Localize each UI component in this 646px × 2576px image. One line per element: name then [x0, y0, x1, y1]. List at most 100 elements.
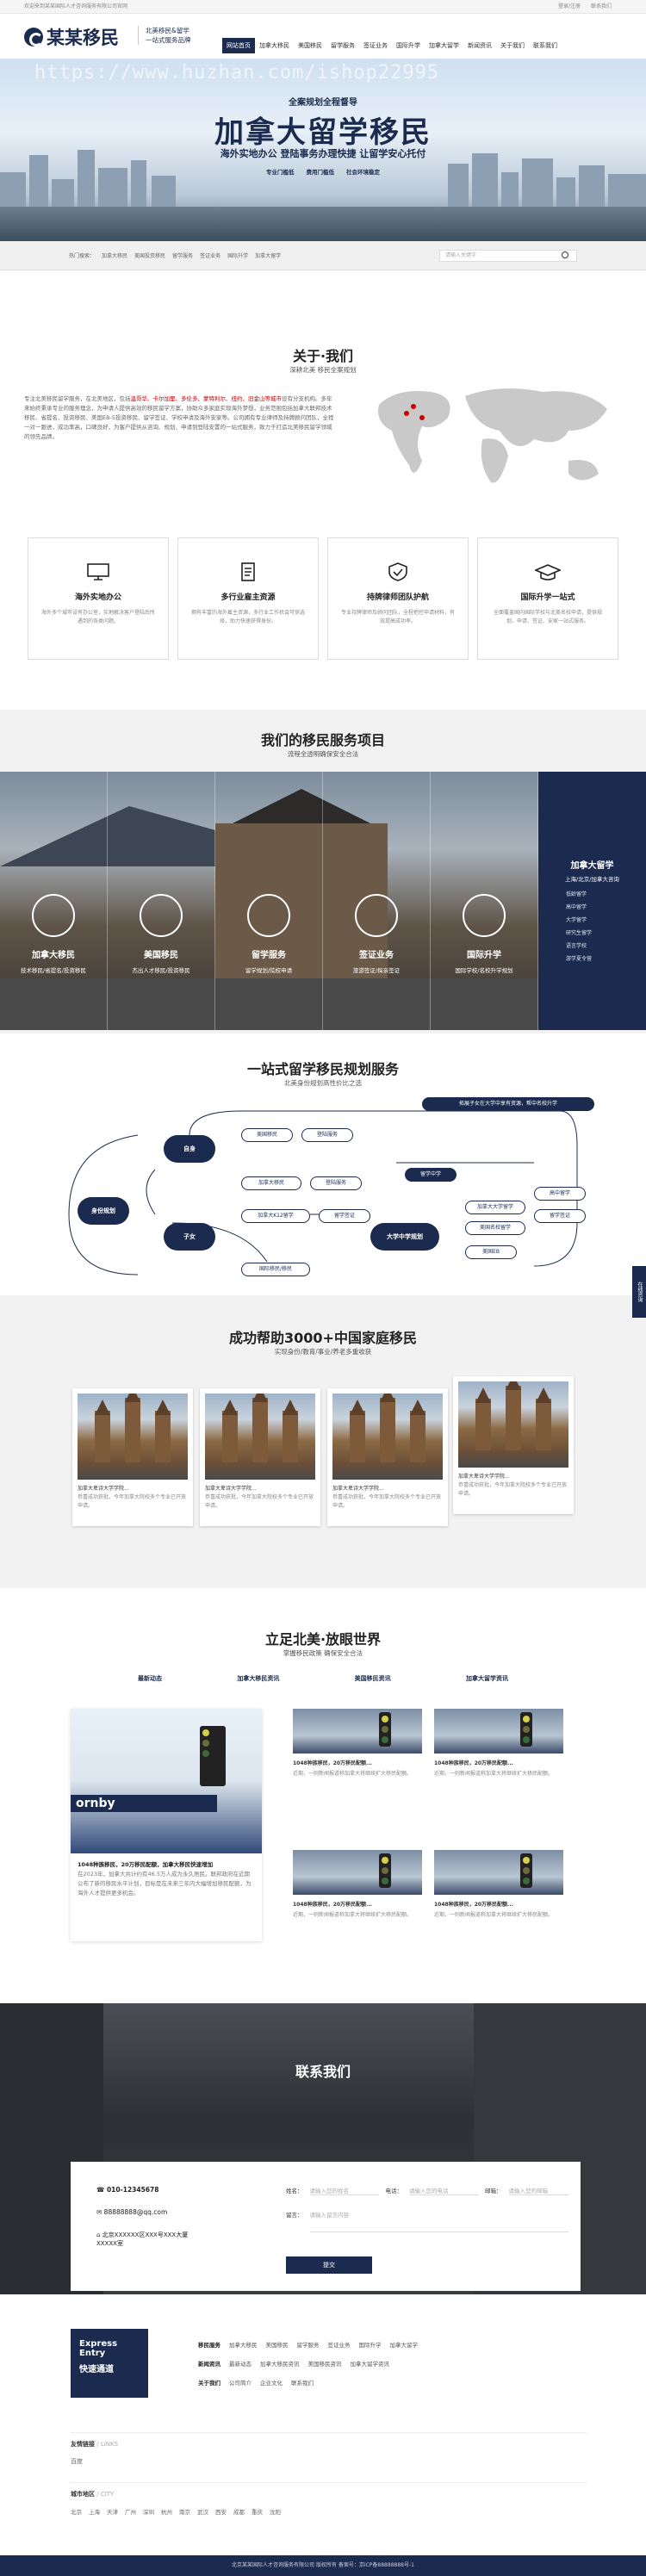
news-item-title: 1048种族移民，20万移民配额...	[434, 1760, 513, 1766]
feature-card[interactable]: 国际升学一站式 全面覆盖国内国际学校与北美名校申请，提供规划、申请、签证、安家一…	[477, 537, 618, 660]
panel-link[interactable]: 语言学校	[566, 941, 646, 949]
hot-link[interactable]: 签证业务	[200, 251, 221, 259]
login-link[interactable]: 登录/注册	[558, 0, 581, 14]
nav-canada-immigration[interactable]: 加拿大移民	[255, 38, 294, 53]
footer-link[interactable]: 加拿大留学资讯	[351, 2355, 390, 2374]
hot-link[interactable]: 国际升学	[227, 251, 248, 259]
hot-link[interactable]: 美国投资移民	[134, 251, 165, 259]
nav-us-immigration[interactable]: 美国移民	[294, 38, 326, 53]
nav-visa[interactable]: 签证业务	[359, 38, 392, 53]
email-input[interactable]: 请输入您的邮箱	[508, 2186, 569, 2195]
city-link[interactable]: 武汉	[197, 2507, 208, 2516]
city-link[interactable]: 西安	[215, 2507, 227, 2516]
email-label: 邮箱：	[485, 2188, 502, 2194]
city-link[interactable]: 广州	[125, 2507, 136, 2516]
footer-link[interactable]: 企业文化	[260, 2374, 283, 2393]
nav-study[interactable]: 留学服务	[326, 38, 359, 53]
about-text-part: 专注北美移民留学服务，在北美地区，包括	[24, 395, 131, 402]
nav-canada-study[interactable]: 加拿大留学	[425, 38, 463, 53]
footer-link[interactable]: 签证业务	[328, 2336, 351, 2355]
project-item[interactable]: 加拿大移民 技术移民/省提名/投资移民	[0, 772, 108, 1030]
nav-home[interactable]: 网站首页	[222, 38, 255, 53]
panel-link[interactable]: 高中留学	[566, 903, 646, 910]
express-cn-text: 快速通道	[79, 2365, 114, 2374]
person-icon	[140, 894, 183, 937]
footer-link[interactable]: 联系我们	[291, 2374, 314, 2393]
city-link[interactable]: 北京	[71, 2507, 82, 2516]
city-link[interactable]: 深圳	[143, 2507, 154, 2516]
success-card[interactable]: 加拿大卑诗大学学院... 恭喜成功获批，今年加拿大院校多个专业已开放申请。	[200, 1388, 320, 1526]
news-item[interactable]: 1048种族移民，20万移民配额... 近期，一则新闻报道称加拿大将继续扩大移民…	[434, 1850, 563, 1936]
city-link[interactable]: 南京	[179, 2507, 190, 2516]
footer-link[interactable]: 国际升学	[359, 2336, 382, 2355]
project-item[interactable]: 签证业务 旅游签证/探亲签证	[323, 772, 431, 1030]
hero-banner[interactable]: https://www.huzhan.com/ishop22995 全案规划全程…	[0, 59, 646, 241]
success-card[interactable]: 加拿大卑诗大学学院... 恭喜成功获批，今年加拿大院校多个专业已开放申请。	[327, 1388, 448, 1526]
submit-button[interactable]: 提交	[286, 2256, 372, 2274]
panel-link[interactable]: 研究生留学	[566, 928, 646, 936]
name-input[interactable]: 请输入您的姓名	[309, 2186, 379, 2195]
news-item[interactable]: 1048种族移民，20万移民配额... 近期，一则新闻报道称加拿大将继续扩大移民…	[293, 1709, 422, 1795]
news-item[interactable]: 1048种族移民，20万移民配额... 近期，一则新闻报道称加拿大将继续扩大移民…	[434, 1709, 563, 1795]
about-highlight: 温哥华、卡尔加里、多伦多、蒙特利尔、纽约、旧金山等城市	[130, 395, 283, 402]
friend-link[interactable]: 百度	[71, 2457, 587, 2466]
tab-canada-study[interactable]: 加拿大留学资讯	[466, 1674, 508, 1683]
feature-desc: 海外多个城市设有办公室，实地解决客户登陆后所遇到的各类问题。	[40, 610, 155, 624]
flow-node-children: 子女	[164, 1223, 215, 1251]
success-card-desc: 恭喜成功获批，今年加拿大院校多个专业已开放申请。	[78, 1494, 187, 1509]
footer-link[interactable]: 加拿大移民	[229, 2336, 258, 2355]
city-link[interactable]: 成都	[233, 2507, 245, 2516]
feature-card[interactable]: 持牌律师团队护航 专业持牌律师及顾问团队，全程把控申请材料，有效提高成功率。	[327, 537, 469, 660]
tab-canada-immigration[interactable]: 加拿大移民资讯	[237, 1674, 279, 1683]
footer-link[interactable]: 美国移民资讯	[308, 2355, 342, 2374]
express-entry-box[interactable]: Express Entry 快速通道	[71, 2329, 148, 2398]
featured-news[interactable]: ornby 1048种族移民，20万移民配额，加拿大移民快速增加 在2023年，…	[71, 1709, 262, 1941]
flow-pill: 美国EB	[465, 1245, 517, 1259]
express-text: Express	[79, 2339, 118, 2349]
footer-link[interactable]: 留学服务	[297, 2336, 320, 2355]
hot-link[interactable]: 加拿大留学	[255, 251, 281, 259]
logo[interactable]: 某某移民	[24, 24, 119, 50]
panel-link[interactable]: 游学夏令营	[566, 954, 646, 962]
nav-news[interactable]: 新闻资讯	[463, 38, 496, 53]
success-card[interactable]: 加拿大卑诗大学学院... 恭喜成功获批，今年加拿大院校多个专业已开放申请。	[453, 1376, 574, 1514]
hot-link[interactable]: 留学服务	[172, 251, 193, 259]
phone-input[interactable]: 请输入您的电话	[409, 2186, 478, 2195]
city-link[interactable]: 杭州	[161, 2507, 172, 2516]
hot-search-label: 热门搜索：	[69, 253, 96, 259]
news-item[interactable]: 1048种族移民，20万移民配额... 近期，一则新闻报道称加拿大将继续扩大移民…	[293, 1850, 422, 1936]
tab-latest[interactable]: 最新动态	[138, 1674, 162, 1683]
nav-contact[interactable]: 联系我们	[529, 38, 562, 53]
footer-link[interactable]: 加拿大移民资讯	[260, 2355, 300, 2374]
project-item[interactable]: 美国移民 杰出人才移民/投资移民	[108, 772, 215, 1030]
flow-tag: 留学中学	[405, 1168, 457, 1182]
feature-card[interactable]: 海外实地办公 海外多个城市设有办公室，实地解决客户登陆后所遇到的各类问题。	[28, 537, 169, 660]
city-link[interactable]: 天津	[107, 2507, 118, 2516]
city-link[interactable]: 沈阳	[270, 2507, 281, 2516]
project-desc: 留学规划/院校申请	[245, 967, 293, 974]
footer-link[interactable]: 最新动态	[229, 2355, 252, 2374]
nav-about[interactable]: 关于我们	[496, 38, 529, 53]
contact-email: ✉ 88888888@qq.com	[96, 2208, 168, 2216]
footer-link[interactable]: 加拿大留学	[390, 2336, 419, 2355]
flow-pill: 留学签证	[319, 1209, 370, 1223]
city-link[interactable]: 上海	[89, 2507, 100, 2516]
project-item[interactable]: 留学服务 留学规划/院校申请	[215, 772, 323, 1030]
footer-link[interactable]: 公司简介	[229, 2374, 252, 2393]
projects-banner: 加拿大移民 技术移民/省提名/投资移民 美国移民 杰出人才移民/投资移民 留学服…	[0, 772, 646, 1030]
panel-link[interactable]: 低龄留学	[566, 890, 646, 897]
contact-link[interactable]: 联系我们	[591, 0, 612, 14]
city-link[interactable]: 重庆	[252, 2507, 263, 2516]
tab-us-immigration[interactable]: 美国移民资讯	[355, 1674, 391, 1683]
success-card[interactable]: 加拿大卑诗大学学院... 恭喜成功获批，今年加拿大院校多个专业已开放申请。	[72, 1388, 193, 1526]
feature-card[interactable]: 多行业雇主资源 拥有丰富的海外雇主资源，多行业工作机会可供选择，助力快速获得身份…	[177, 537, 319, 660]
search-input[interactable]: 请输入关键字	[439, 250, 577, 262]
project-item[interactable]: 国际升学 国际学校/名校升学规划	[431, 772, 538, 1030]
nav-school[interactable]: 国际升学	[392, 38, 425, 53]
panel-link[interactable]: 大学留学	[566, 916, 646, 923]
online-consult-button[interactable]: 在线咨询	[632, 1266, 646, 1318]
hot-link[interactable]: 加拿大移民	[102, 251, 127, 259]
message-input[interactable]: 请输入留言内容	[309, 2210, 568, 2232]
search-icon[interactable]	[562, 251, 568, 258]
footer-link[interactable]: 美国移民	[266, 2336, 289, 2355]
